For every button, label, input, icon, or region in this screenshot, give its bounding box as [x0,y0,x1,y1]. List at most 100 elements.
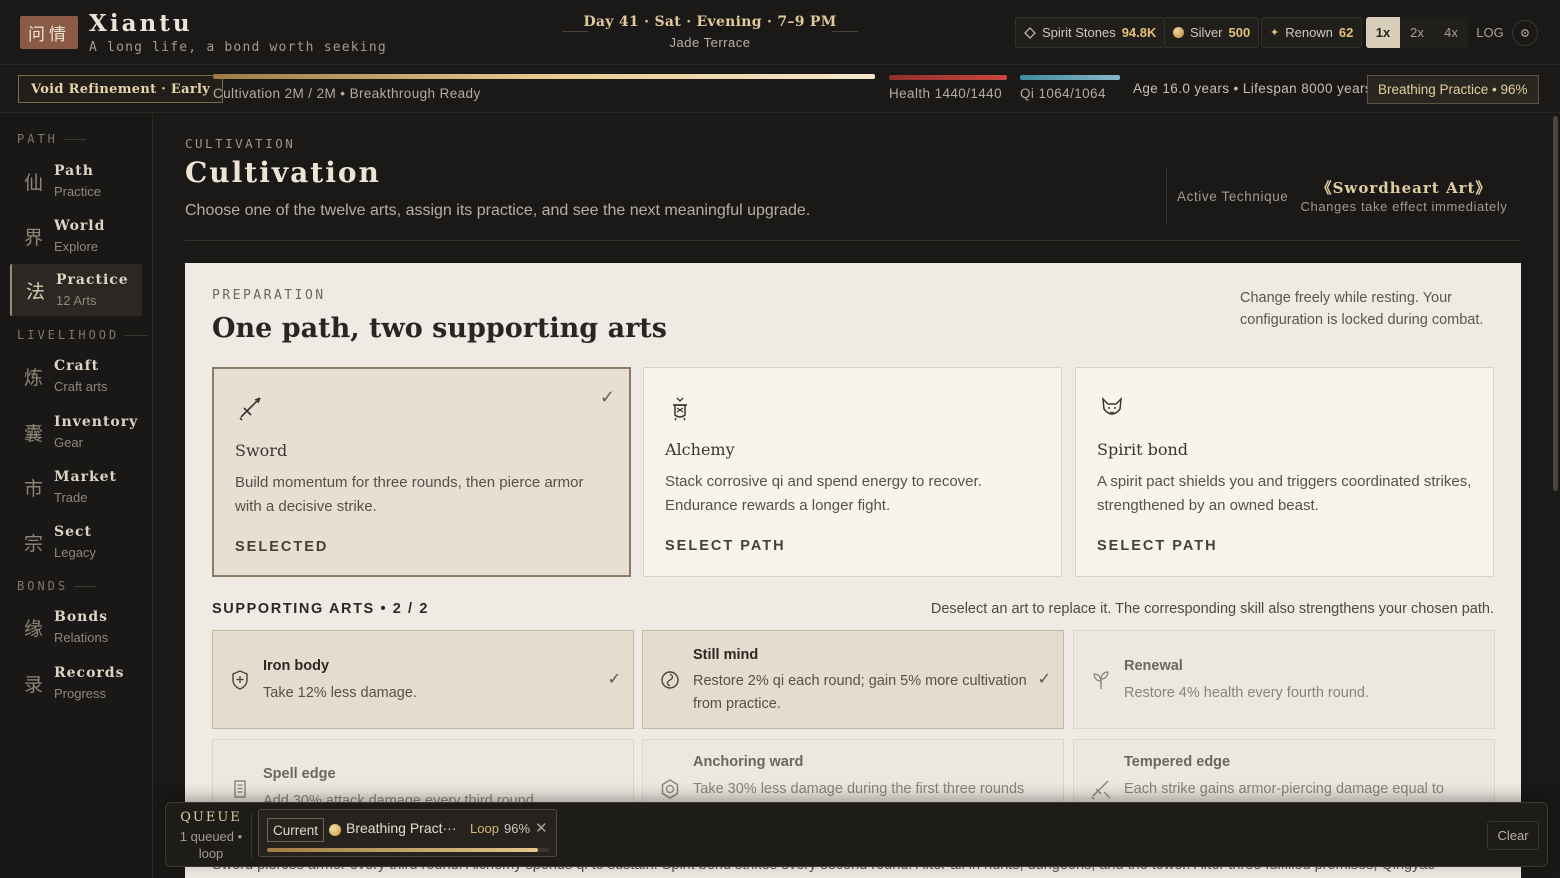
sidebar-item-label: Craft [54,358,100,374]
sidebar-item-sub: Trade [54,490,88,505]
sidebar-item-label: Sect [54,524,93,540]
art-name: Tempered edge [1124,754,1231,770]
page-title: Cultivation [185,156,381,189]
world-glyph-icon: 界 [24,227,44,249]
log-button[interactable]: LOG [1472,17,1508,48]
page-eyebrow: CULTIVATION [185,136,296,151]
queue-count: 1 queued • [179,829,243,844]
blade-icon [1091,780,1111,800]
sidebar-item-sub: Legacy [54,545,96,560]
silver-counter[interactable]: Silver 500 [1164,17,1260,48]
time-display: Day 41 · Sat · Evening · 7–9 PM Jade Ter… [560,14,860,50]
select-path-button[interactable]: SELECT PATH [665,538,786,554]
check-icon: ✓ [599,387,615,408]
speed-4x-button[interactable]: 4x [1434,17,1468,48]
renown-label: Renown [1285,25,1333,40]
sidebar-item-bonds[interactable]: 缘 Bonds Relations [10,601,142,653]
gear-icon [1521,29,1529,37]
speed-1x-button[interactable]: 1x [1366,17,1400,48]
practice-glyph-icon: 法 [26,281,46,303]
main-scrollbar[interactable] [1553,116,1558,491]
renown-value: 62 [1338,25,1354,40]
coin-icon [1173,27,1184,38]
sidebar-item-market[interactable]: 市 Market Trade [10,461,142,513]
sidebar-item-sub: Gear [54,435,83,450]
queue-progress-track [267,848,549,852]
art-name: Spell edge [263,766,336,782]
queue-summary: 1 queued • loop [166,828,256,862]
realm-badge[interactable]: Void Refinement · Early [18,75,224,103]
art-card-renewal[interactable]: Renewal Restore 4% health every fourth r… [1073,630,1495,729]
renown-counter[interactable]: ✦ Renown 62 [1261,17,1363,48]
supporting-arts-note: Deselect an art to replace it. The corre… [930,601,1494,617]
qi-bar [1020,75,1120,80]
sidebar-item-label: World [54,218,106,234]
path-status-label: SELECTED [235,539,329,555]
art-description: Take 12% less damage. [263,685,417,701]
silver-label: Silver [1190,25,1223,40]
scroll-icon [234,780,246,798]
records-glyph-icon: 录 [24,674,44,696]
health-text: Health 1440/1440 [889,86,1002,101]
sidebar-item-sub: Craft arts [54,379,108,394]
art-name: Anchoring ward [693,754,804,770]
cultivation-text: Cultivation 2M / 2M • Breakthrough Ready [213,86,481,101]
path-name: Spirit bond [1097,440,1189,459]
sidebar-item-path[interactable]: 仙 Path Practice [10,155,142,207]
sidebar-item-inventory[interactable]: 囊 Inventory Gear [10,406,142,458]
star-icon: ✦ [1270,27,1280,39]
craft-glyph-icon: 炼 [24,367,44,389]
active-technique-name[interactable]: 《Swordheart Art》 [1298,177,1510,198]
queue-item-current[interactable]: Current Breathing Pract··· Loop 96% ✕ [258,809,557,857]
action-queue: QUEUE 1 queued • loop Current Breathing … [165,802,1548,867]
diamond-icon [1024,26,1036,39]
page-description: Choose one of the twelve arts, assign it… [185,202,811,219]
loop-label: Loop [470,821,499,836]
active-technique-note: Changes take effect immediately [1300,199,1508,214]
sidebar-item-label: Bonds [54,609,109,625]
health-bar [889,75,1007,80]
art-name: Renewal [1124,658,1183,674]
divider [185,240,1520,241]
path-glyph-icon: 仙 [24,172,44,194]
current-location: Jade Terrace [669,35,751,50]
settings-button[interactable] [1512,20,1538,46]
path-card-sword[interactable]: ✓ Sword Build momentum for three rounds,… [212,367,631,577]
sidebar-section-livelihood: LIVELIHOOD [17,328,147,342]
clear-queue-button[interactable]: Clear [1487,821,1539,850]
close-icon[interactable]: ✕ [535,819,548,837]
ward-icon [661,779,679,799]
sidebar-item-sub: Explore [54,239,99,254]
speed-2x-button[interactable]: 2x [1400,17,1434,48]
art-card-still-mind[interactable]: Still mind Restore 2% qi each round; gai… [642,630,1064,729]
sidebar-item-label: Market [54,469,118,485]
age-lifespan-text: Age 16.0 years • Lifespan 8000 years [1133,81,1373,96]
sidebar-item-craft[interactable]: 炼 Craft Craft arts [10,350,142,402]
activity-badge[interactable]: Breathing Practice • 96% [1367,75,1539,104]
art-card-iron-body[interactable]: Iron body Take 12% less damage. ✓ [212,630,634,729]
fox-icon [1102,396,1122,415]
day-time: Day 41 · Sat · Evening · 7–9 PM [583,14,837,30]
path-name: Sword [235,441,288,460]
sidebar-item-records[interactable]: 录 Records Progress [10,657,142,709]
divider [251,813,252,859]
app-seal-logo: 问情 [20,16,78,49]
path-description: Build momentum for three rounds, then pi… [235,474,584,515]
spirit-stones-counter[interactable]: Spirit Stones 94.8K [1015,17,1166,48]
app-subtitle: A long life, a bond worth seeking [89,40,387,55]
select-path-button[interactable]: SELECT PATH [1097,538,1218,554]
art-name: Still mind [693,647,759,663]
panel-title: One path, two supporting arts [212,313,667,344]
path-card-alchemy[interactable]: Alchemy Stack corrosive qi and spend ene… [643,367,1062,577]
path-card-spirit-bond[interactable]: Spirit bond A spirit pact shields you an… [1075,367,1494,577]
bonds-glyph-icon: 缘 [24,618,44,640]
check-icon: ✓ [607,669,621,688]
sect-glyph-icon: 宗 [24,533,44,555]
sidebar-item-sect[interactable]: 宗 Sect Legacy [10,516,142,568]
sidebar-item-practice[interactable]: 法 Practice 12 Arts [10,264,142,316]
current-badge: Current [267,818,325,842]
sword-icon [239,397,261,421]
sprout-icon [1093,671,1109,689]
preparation-panel: PREPARATION One path, two supporting art… [185,263,1521,878]
sidebar-item-world[interactable]: 界 World Explore [10,210,142,262]
